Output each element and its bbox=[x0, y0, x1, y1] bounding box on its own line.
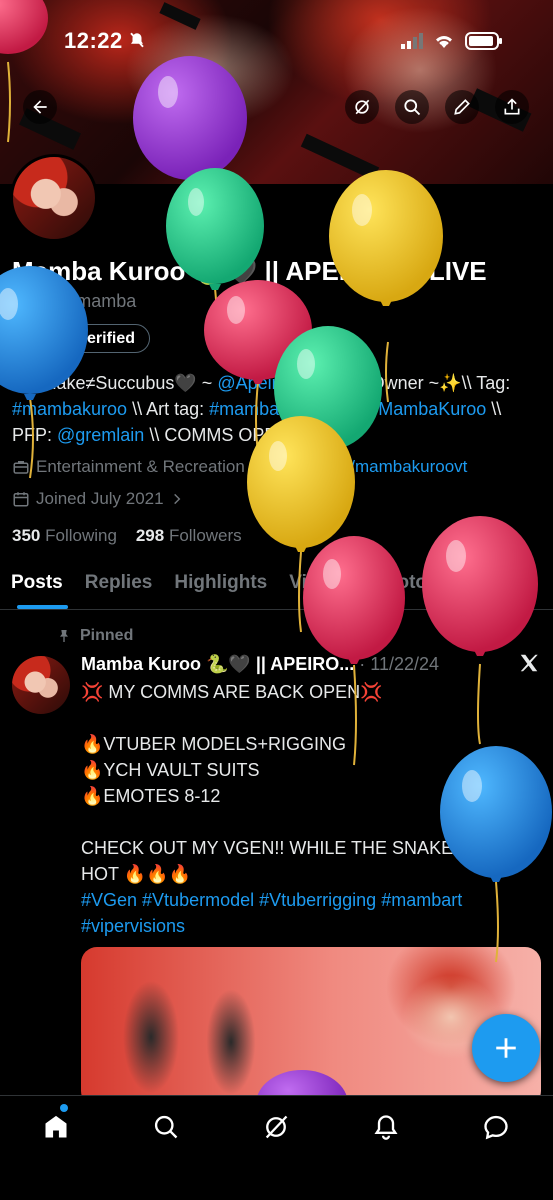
post-date: · 11/22/24 bbox=[359, 654, 440, 674]
post-hashtags[interactable]: #VGen #Vtubermodel #Vtuberrigging #mamba… bbox=[81, 887, 546, 939]
bio-hashtag-mambart[interactable]: #mambart bbox=[209, 399, 290, 419]
following-count: 350 bbox=[12, 526, 41, 545]
messages-icon bbox=[484, 1115, 508, 1140]
bio-text: Co-Owner ~✨\\ Tag: bbox=[336, 373, 511, 393]
search-icon bbox=[404, 99, 421, 116]
plus-icon bbox=[496, 1038, 516, 1058]
back-arrow-icon bbox=[33, 100, 47, 114]
nav-notifications[interactable] bbox=[369, 1110, 403, 1144]
followers-link[interactable]: 298 Followers bbox=[136, 526, 242, 545]
profile-meta-row: Entertainment & Recreation twitch.tv/mam… bbox=[12, 457, 467, 477]
bio-hashtag-mambakuroo[interactable]: #mambakuroo bbox=[12, 399, 127, 419]
followers-count: 298 bbox=[135, 526, 165, 545]
tab-posts[interactable]: Posts bbox=[0, 560, 74, 609]
post-avatar[interactable] bbox=[12, 656, 70, 714]
pinned-label: Pinned bbox=[80, 627, 134, 644]
post-image[interactable] bbox=[81, 947, 541, 1107]
bio-mention-apeiron[interactable]: @ApeironAlive bbox=[217, 373, 336, 393]
back-button[interactable] bbox=[23, 90, 57, 124]
nav-messages[interactable] bbox=[479, 1110, 513, 1144]
grok-nav-icon bbox=[265, 1115, 288, 1139]
post-line: 🔥VTUBER MODELS+RIGGING bbox=[81, 734, 346, 754]
profile-category: Entertainment & Recreation bbox=[36, 457, 245, 476]
post-text[interactable]: 💢 MY COMMS ARE BACK OPEN💢 🔥VTUBER MODELS… bbox=[81, 679, 546, 939]
following-label: Following bbox=[45, 526, 117, 545]
post-line bbox=[81, 705, 546, 731]
bio-text: \\ COMMS OPEN bbox=[144, 425, 290, 445]
profile-handle: @itsjustmamba bbox=[12, 291, 137, 311]
profile-joined-row[interactable]: Joined July 2021 bbox=[12, 489, 184, 509]
briefcase-icon bbox=[13, 461, 29, 474]
bio-text: 🐍Snake≠Succubus🖤 ~ bbox=[12, 373, 218, 393]
get-verified-label: Get verified bbox=[47, 329, 136, 347]
verified-badge-icon bbox=[24, 331, 40, 346]
tab-highlights[interactable]: Highlights bbox=[163, 560, 278, 609]
tab-articles[interactable]: Articles bbox=[449, 560, 541, 609]
status-bar: 12:22 bbox=[0, 0, 553, 80]
x-logo-icon bbox=[520, 654, 538, 672]
nav-home[interactable] bbox=[39, 1110, 73, 1144]
bio-mention-gremlain[interactable]: @gremlain bbox=[57, 425, 144, 445]
compose-post-button[interactable] bbox=[472, 1014, 540, 1082]
follow-counts: 350 Following 298 Followers bbox=[12, 526, 242, 546]
get-verified-button[interactable]: Get verified bbox=[12, 324, 151, 353]
link-icon bbox=[267, 460, 281, 474]
system-icons bbox=[401, 32, 503, 50]
nav-grok[interactable] bbox=[259, 1110, 293, 1144]
nav-explore[interactable] bbox=[149, 1110, 183, 1144]
bottom-navigation bbox=[0, 1095, 553, 1200]
post-line: CHECK OUT MY VGEN!! WHILE THE SNAKE PIT … bbox=[81, 838, 513, 884]
battery-icon bbox=[465, 32, 502, 50]
post-header: Mamba Kuroo 🐍🖤 || APEIRO... · 11/22/24 bbox=[81, 654, 439, 675]
share-icon bbox=[504, 98, 520, 115]
profile-joined: Joined July 2021 bbox=[36, 489, 164, 508]
share-button[interactable] bbox=[495, 90, 529, 124]
silent-mode-icon bbox=[130, 32, 144, 48]
post-author[interactable]: Mamba Kuroo 🐍🖤 || APEIRO... bbox=[81, 654, 354, 674]
following-link[interactable]: 350 Following bbox=[12, 526, 117, 545]
clock: 12:22 bbox=[64, 28, 123, 53]
explore-icon bbox=[154, 1115, 178, 1139]
notifications-icon bbox=[374, 1115, 398, 1140]
bio-text: \\ Art tag: bbox=[127, 399, 210, 419]
home-icon bbox=[45, 1115, 67, 1138]
profile-tabs: Posts Replies Highlights Videos Photos A… bbox=[0, 560, 553, 610]
post-line: 🔥EMOTES 8-12 bbox=[81, 786, 221, 806]
post-line: 🔥YCH VAULT SUITS bbox=[81, 760, 260, 780]
profile-name: Mamba Kuroo 🐍🖤 || APEIRON ALIVE bbox=[12, 256, 487, 286]
post-line: 💢 MY COMMS ARE BACK OPEN💢 bbox=[81, 682, 383, 702]
profile-bio: 🐍Snake≠Succubus🖤 ~ @ApeironAlive Co-Owne… bbox=[12, 370, 542, 448]
edit-icon bbox=[454, 99, 470, 115]
post-line bbox=[81, 809, 546, 835]
search-button[interactable] bbox=[395, 90, 429, 124]
chevron-right-icon bbox=[173, 493, 180, 505]
grok-icon bbox=[355, 99, 370, 115]
tab-photos[interactable]: Photos bbox=[362, 560, 448, 609]
wifi-icon bbox=[436, 36, 452, 48]
followers-label: Followers bbox=[168, 526, 242, 545]
profile-avatar[interactable] bbox=[10, 154, 98, 242]
tab-videos[interactable]: Videos bbox=[278, 560, 362, 609]
profile-website-link[interactable]: twitch.tv/mambakuroovt bbox=[289, 457, 468, 477]
pinned-indicator: Pinned bbox=[56, 627, 133, 645]
grok-button[interactable] bbox=[345, 90, 379, 124]
tab-replies[interactable]: Replies bbox=[74, 560, 164, 609]
pin-icon bbox=[60, 630, 68, 642]
edit-button[interactable] bbox=[445, 90, 479, 124]
calendar-icon bbox=[13, 492, 29, 507]
bio-link-vgen[interactable]: vgen.co/MambaKuroo bbox=[310, 399, 486, 419]
bio-text: \\ bbox=[290, 399, 311, 419]
signal-icon bbox=[401, 33, 423, 49]
